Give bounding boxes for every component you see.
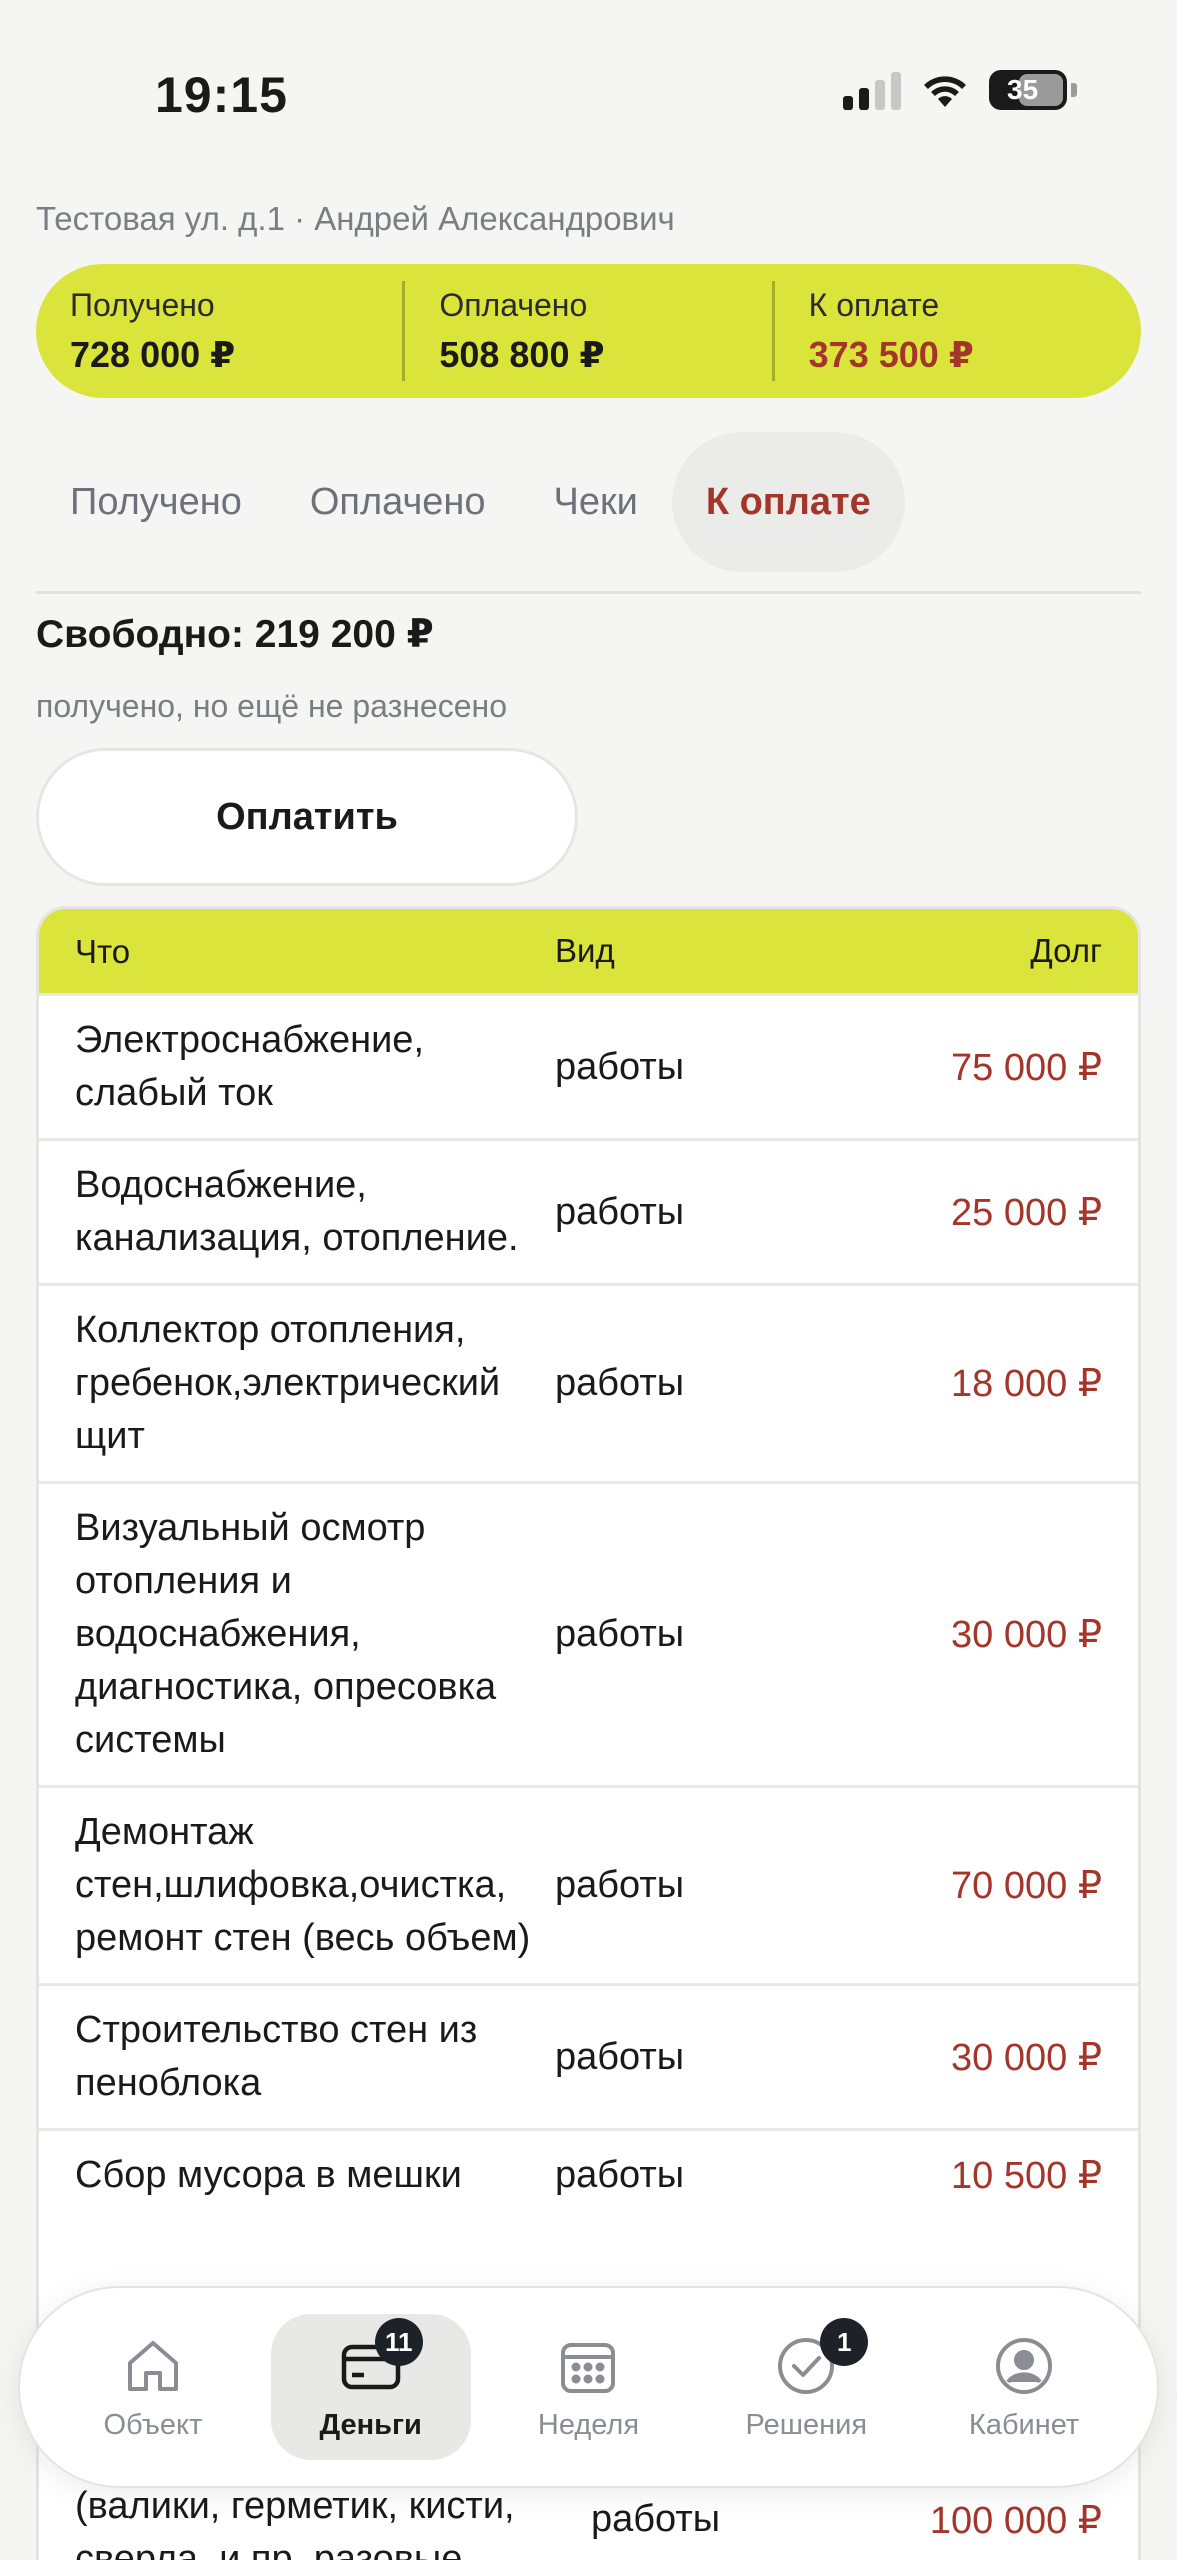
row-what: (валики, герметик, кисти, сверла, и пр. … (75, 2485, 515, 2560)
nav-label: Деньги (319, 2408, 422, 2441)
column-header-what: Что (75, 932, 131, 970)
house-icon (127, 2340, 178, 2391)
row-kind: работы (555, 1045, 685, 1088)
object-subtitle: Тестовая ул. д.1 · Андрей Александрович (36, 200, 675, 237)
status-icons: 35 (843, 70, 1077, 110)
row-what: Строительство стен из пеноблока (75, 2009, 478, 2104)
row-kind: работы (555, 1362, 685, 1404)
free-note: получено, но ещё не разнесено (36, 688, 507, 724)
money-tabs: Получено Оплачено Чеки К оплате (36, 432, 905, 572)
battery-level: 35 (1007, 74, 1039, 105)
wifi-icon (924, 76, 966, 107)
row-kind: работы (555, 1613, 685, 1655)
calendar-icon (561, 2342, 616, 2393)
battery-tip (1071, 83, 1077, 97)
column-header-debt: Долг (1030, 932, 1102, 969)
row-debt: 75 000 ₽ (951, 1046, 1102, 1089)
column-header-kind: Вид (555, 932, 615, 969)
row-what: Демонтаж стен,шлифовка,очистка, ремонт с… (75, 1811, 531, 1959)
summary-label: Получено (70, 286, 215, 323)
nav-label: Неделя (537, 2408, 640, 2441)
row-kind: работы (591, 2498, 721, 2540)
table-row[interactable]: Сбор мусора в мешки работы 10 500 ₽ (39, 2128, 1138, 2220)
cellular-signal-icon (843, 70, 901, 110)
battery-icon: 35 (989, 70, 1067, 110)
row-debt: 30 000 ₽ (951, 2036, 1102, 2079)
row-kind: работы (555, 2154, 685, 2196)
nav-week[interactable]: Неделя (488, 2314, 688, 2460)
row-debt: 18 000 ₽ (951, 1363, 1102, 1405)
tab-paid[interactable]: Оплачено (276, 432, 520, 572)
row-what: Электроснабжение, слабый ток (75, 1019, 424, 1114)
table-row[interactable]: Водоснабжение, канализация, отопление. р… (39, 1138, 1138, 1283)
money-summary: Получено 728 000 ₽ Оплачено 508 800 ₽ К … (36, 264, 1141, 398)
summary-value: 373 500 ₽ (808, 333, 974, 375)
decisions-badge: 1 (820, 2318, 869, 2366)
row-what: Коллектор отопления, гребенок,электричес… (75, 1309, 501, 1457)
tab-received[interactable]: Получено (36, 432, 276, 572)
nav-money[interactable]: Деньги 11 (270, 2314, 471, 2460)
summary-to-pay: К оплате 373 500 ₽ (771, 281, 1141, 381)
row-debt: 25 000 ₽ (951, 1191, 1102, 1234)
summary-label: К оплате (808, 286, 940, 323)
table-row[interactable]: Демонтаж стен,шлифовка,очистка, ремонт с… (39, 1785, 1138, 1983)
summary-label: Оплачено (439, 286, 588, 323)
summary-value: 728 000 ₽ (70, 333, 236, 375)
summary-paid: Оплачено 508 800 ₽ (402, 281, 771, 381)
row-what: Визуальный осмотр отопления и водоснабже… (75, 1507, 497, 1761)
table-row[interactable]: Визуальный осмотр отопления и водоснабже… (39, 1481, 1138, 1785)
bottom-navigation: Объект Деньги 11 Неделя Решения 1 Кабине… (18, 2286, 1159, 2488)
tab-to-pay[interactable]: К оплате (671, 432, 905, 572)
tabs-divider (36, 591, 1141, 594)
free-amount: Свободно: 219 200 ₽ (36, 613, 434, 656)
row-kind: работы (555, 1864, 685, 1906)
row-debt: 100 000 ₽ (929, 2500, 1102, 2542)
table-row[interactable]: Электроснабжение, слабый ток работы 75 0… (39, 993, 1138, 1138)
nav-object[interactable]: Объект (53, 2314, 253, 2460)
row-what: Водоснабжение, канализация, отопление. (75, 1164, 519, 1259)
money-badge: 11 (374, 2318, 423, 2366)
nav-cabinet[interactable]: Кабинет (924, 2314, 1124, 2460)
summary-received: Получено 728 000 ₽ (36, 281, 402, 381)
table-row[interactable]: Коллектор отопления, гребенок,электричес… (39, 1283, 1138, 1481)
row-what: Сбор мусора в мешки (75, 2154, 462, 2196)
row-kind: работы (555, 2035, 685, 2078)
nav-decisions[interactable]: Решения 1 (706, 2314, 906, 2460)
row-debt: 70 000 ₽ (951, 1865, 1102, 1907)
row-kind: работы (555, 1190, 685, 1233)
table-row[interactable]: Строительство стен из пеноблока работы 3… (39, 1983, 1138, 2128)
user-icon (996, 2337, 1053, 2394)
row-debt: 10 500 ₽ (951, 2155, 1102, 2197)
status-bar: 19:15 35 (0, 0, 1177, 190)
nav-label: Решения (745, 2408, 868, 2441)
pay-button[interactable]: Оплатить (36, 748, 578, 886)
tab-receipts[interactable]: Чеки (520, 432, 672, 572)
summary-value: 508 800 ₽ (439, 333, 605, 375)
table-header: Что Вид Долг (39, 909, 1138, 993)
status-time: 19:15 (155, 67, 288, 123)
nav-label: Кабинет (968, 2408, 1080, 2441)
nav-label: Объект (103, 2408, 203, 2441)
row-debt: 30 000 ₽ (951, 1614, 1102, 1656)
